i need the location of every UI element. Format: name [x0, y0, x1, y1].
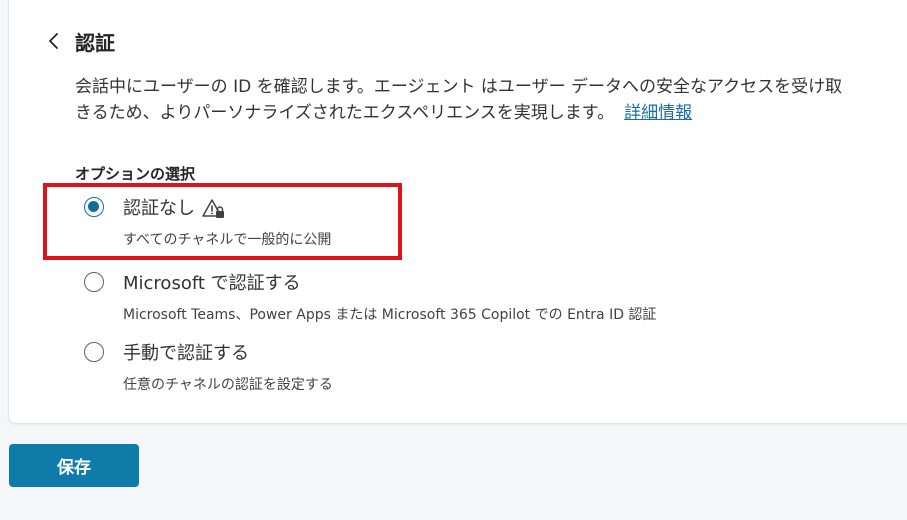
page-title: 認証: [75, 31, 115, 55]
radio-manual-auth[interactable]: [84, 342, 104, 362]
description-line-1: 会話中にユーザーの ID を確認します。エージェント はユーザー データへの安全…: [75, 77, 843, 97]
save-button[interactable]: 保存: [9, 444, 139, 487]
option-microsoft-auth-description: Microsoft Teams、Power Apps または Microsoft…: [123, 307, 657, 323]
option-manual-auth-description: 任意のチャネルの認証を設定する: [123, 377, 333, 393]
description: 会話中にユーザーの ID を確認します。エージェント はユーザー データへの安全…: [75, 74, 907, 126]
description-line-2-text: きるため、よりパーソナライズされたエクスペリエンスを実現します。: [75, 103, 615, 123]
radio-microsoft-auth[interactable]: [84, 272, 104, 292]
chevron-left-icon: [49, 33, 58, 49]
learn-more-link[interactable]: 詳細情報: [624, 103, 692, 123]
back-button[interactable]: [44, 29, 64, 53]
option-microsoft-auth-label: Microsoft で認証する: [123, 273, 301, 294]
option-manual-auth-label: 手動で認証する: [123, 343, 249, 364]
options-heading: オプションの選択: [75, 165, 196, 183]
highlight-box: [43, 183, 402, 260]
description-line-2: きるため、よりパーソナライズされたエクスペリエンスを実現します。 詳細情報: [75, 100, 907, 126]
